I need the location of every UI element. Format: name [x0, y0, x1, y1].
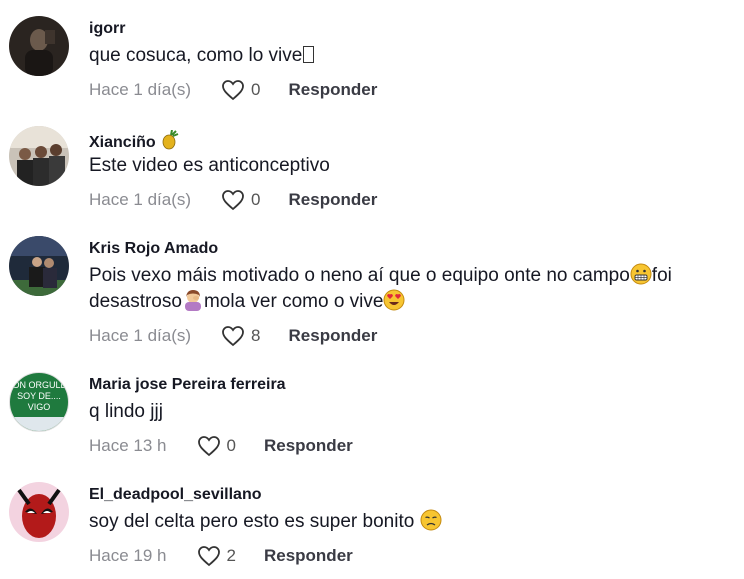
username[interactable]: Maria jose Pereira ferreira [89, 376, 286, 394]
username[interactable]: Xianciño [89, 129, 180, 152]
heart-eyes-icon [383, 289, 405, 311]
grimacing-face-icon [630, 263, 652, 285]
avatar[interactable] [9, 236, 69, 296]
like-count: 8 [251, 326, 261, 345]
comment-text: que cosuca, como lo vive [89, 43, 315, 69]
avatar[interactable]: ON ORGULL SOY DE.... VIGO [9, 372, 69, 432]
comment-meta: Hace 1 día(s) 8 Responder [89, 324, 377, 348]
like-button[interactable]: 8 [221, 325, 261, 347]
comment-meta: Hace 1 día(s) 0 Responder [89, 78, 377, 102]
missing-glyph-icon [303, 46, 315, 63]
heart-outline-icon [222, 190, 244, 211]
like-button[interactable]: 0 [221, 189, 261, 211]
pineapple-icon [162, 129, 179, 150]
like-button[interactable]: 2 [197, 545, 236, 567]
like-count: 0 [226, 436, 236, 455]
timestamp: Hace 1 día(s) [89, 190, 192, 209]
reply-button[interactable]: Responder [289, 326, 378, 346]
comment-text: q lindo jjj [89, 401, 163, 422]
like-count: 0 [251, 80, 261, 99]
username[interactable]: igorr [89, 20, 125, 38]
timestamp: Hace 13 h [89, 436, 167, 455]
heart-outline-icon [197, 436, 220, 457]
heart-outline-icon [222, 80, 244, 101]
facepalm-icon [184, 290, 201, 311]
reply-button[interactable]: Responder [264, 436, 353, 456]
avatar[interactable] [9, 126, 69, 186]
like-count: 2 [226, 546, 236, 565]
reply-button[interactable]: Responder [289, 190, 378, 210]
username[interactable]: El_deadpool_sevillano [89, 486, 262, 504]
comment-text: Pois vexo máis motivado o neno aí que o … [89, 263, 672, 312]
username[interactable]: Kris Rojo Amado [89, 240, 218, 258]
disappointed-face-icon [420, 509, 442, 531]
heart-outline-icon [222, 326, 244, 347]
avatar[interactable] [9, 482, 69, 542]
like-button[interactable]: 0 [221, 79, 261, 101]
comment-meta: Hace 13 h 0 Responder [89, 434, 353, 458]
comment-meta: Hace 19 h 2 Responder [89, 544, 353, 568]
avatar-text: ON ORGULL SOY DE.... VIGO [12, 380, 66, 412]
comment-text: soy del celta pero esto es super bonito [89, 509, 442, 535]
like-count: 0 [251, 190, 261, 209]
reply-button[interactable]: Responder [264, 546, 353, 566]
avatar[interactable] [9, 16, 69, 76]
timestamp: Hace 19 h [89, 546, 167, 565]
reply-button[interactable]: Responder [289, 80, 378, 100]
heart-outline-icon [197, 546, 220, 567]
timestamp: Hace 1 día(s) [89, 80, 192, 99]
like-button[interactable]: 0 [197, 435, 236, 457]
comment-text: Este video es anticonceptivo [89, 155, 330, 176]
comment-meta: Hace 1 día(s) 0 Responder [89, 188, 377, 212]
timestamp: Hace 1 día(s) [89, 326, 192, 345]
